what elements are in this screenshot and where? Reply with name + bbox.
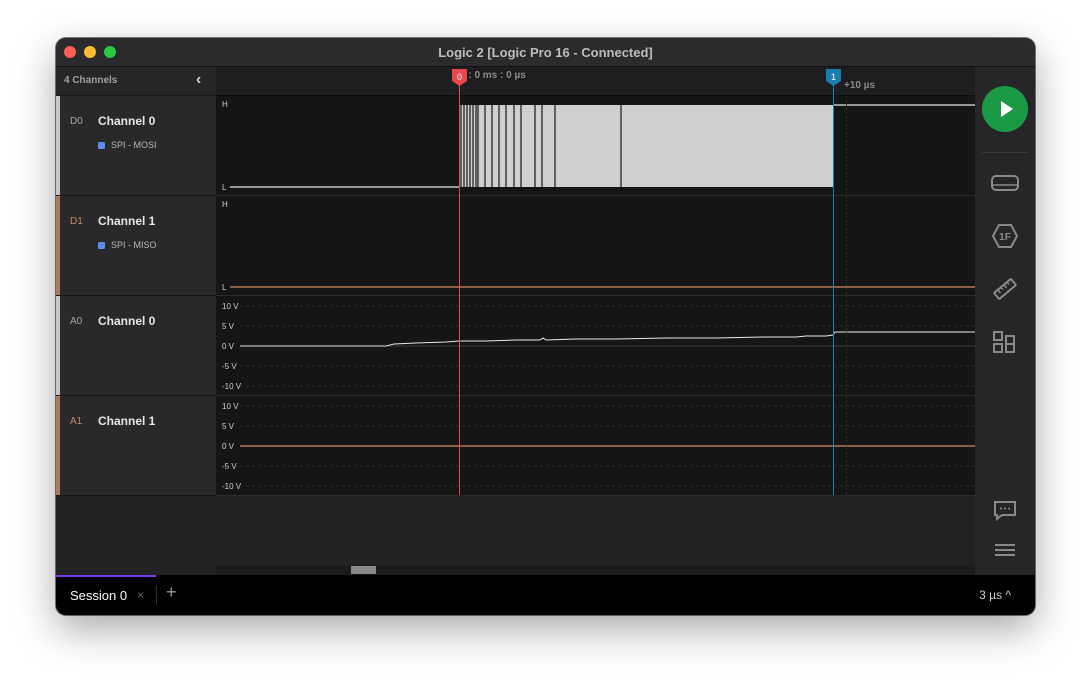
channel-name[interactable]: Channel 1 [98, 414, 155, 428]
analyzer-color-swatch [98, 142, 105, 150]
app-window: Logic 2 [Logic Pro 16 - Connected] 4 Cha… [56, 38, 1035, 615]
channel-color-bar [56, 96, 60, 195]
session-tab-label[interactable]: Session 0 [70, 588, 127, 603]
high-label: H [222, 200, 228, 209]
voltage-label: -10 V [222, 382, 242, 391]
analyzer-tag[interactable]: SPI - MISO [98, 240, 157, 250]
marker-offset-label: +10 µs [844, 80, 876, 91]
session-tab-bar: Session 0 × + 3 µs ^ [56, 575, 1035, 615]
channel-count-label: 4 Channels [64, 75, 118, 86]
channel-color-bar [56, 396, 60, 495]
measure-icon[interactable] [989, 273, 1021, 305]
window-title: Logic 2 [Logic Pro 16 - Connected] [438, 45, 653, 60]
low-label: L [222, 283, 227, 292]
session-tab[interactable]: Session 0 × [56, 575, 156, 615]
empty-lane-area [216, 496, 975, 575]
low-label: L [222, 183, 227, 192]
scrollbar-thumb[interactable] [351, 566, 376, 574]
comment-icon[interactable] [989, 494, 1021, 526]
voltage-label: -5 V [222, 462, 237, 471]
channel-color-bar [56, 196, 60, 295]
close-tab-icon[interactable]: × [137, 588, 144, 602]
analyzer-tag[interactable]: SPI - MOSI [98, 140, 157, 150]
sidebar-header: 4 Channels ‹ [56, 67, 216, 96]
channel-id: D0 [70, 116, 83, 127]
channel-row-d0[interactable]: D0 Channel 0 SPI - MOSI [56, 96, 216, 196]
voltage-label: 10 V [222, 402, 239, 411]
channel-row-d1[interactable]: D1 Channel 1 SPI - MISO [56, 196, 216, 296]
extensions-icon[interactable] [989, 326, 1021, 358]
analyzer-label: SPI - MOSI [111, 140, 157, 150]
analyzer-color-swatch [98, 242, 105, 250]
voltage-label: 10 V [222, 302, 239, 311]
tab-divider [156, 585, 157, 605]
voltage-label: 5 V [222, 422, 235, 431]
zoom-level-display[interactable]: 3 µs ^ [979, 588, 1011, 602]
channel-row-a0[interactable]: A0 Channel 0 [56, 296, 216, 396]
voltage-label: 0 V [222, 442, 235, 451]
channel-name[interactable]: Channel 0 [98, 114, 155, 128]
channel-sidebar: 4 Channels ‹ D0 Channel 0 SPI - MOSI D1 … [56, 67, 216, 575]
active-tab-indicator [56, 575, 156, 577]
start-capture-button[interactable] [982, 86, 1028, 132]
analyzer-label: SPI - MISO [111, 240, 157, 250]
menu-icon[interactable] [989, 534, 1021, 566]
channel-color-bar [56, 296, 60, 395]
channel-name[interactable]: Channel 1 [98, 214, 155, 228]
marker-1-label: 1 [831, 72, 836, 82]
collapse-sidebar-icon[interactable]: ‹ [196, 71, 201, 89]
lane-d1 [216, 196, 975, 295]
waveform-area[interactable]: s : 0 ms : 0 µs +10 µs H L H L 10 V 5 V … [216, 67, 975, 575]
play-icon [1001, 101, 1013, 117]
channel-id: A1 [70, 416, 83, 427]
add-session-button[interactable]: + [166, 582, 177, 603]
device-icon[interactable] [989, 167, 1021, 199]
toolbar-separator [982, 152, 1028, 153]
channel-id: D1 [70, 216, 83, 227]
svg-text:1F: 1F [999, 232, 1011, 243]
channel-name[interactable]: Channel 0 [98, 314, 155, 328]
analyzers-icon[interactable]: 1F [989, 220, 1021, 252]
voltage-label: -10 V [222, 482, 242, 491]
channel-row-a1[interactable]: A1 Channel 1 [56, 396, 216, 496]
time-readout: s : 0 ms : 0 µs [460, 70, 526, 81]
voltage-label: 5 V [222, 322, 235, 331]
sidebar-empty-area [56, 496, 216, 575]
channel-id: A0 [70, 316, 83, 327]
horizontal-scrollbar[interactable] [216, 565, 975, 575]
voltage-label: 0 V [222, 342, 235, 351]
high-label: H [222, 100, 228, 109]
voltage-label: -5 V [222, 362, 237, 371]
marker-0-label: 0 [457, 72, 462, 82]
title-bar: Logic 2 [Logic Pro 16 - Connected] [56, 38, 1035, 67]
waveform-canvas[interactable]: s : 0 ms : 0 µs +10 µs H L H L 10 V 5 V … [216, 67, 975, 575]
right-toolbar: 1F [975, 67, 1035, 575]
